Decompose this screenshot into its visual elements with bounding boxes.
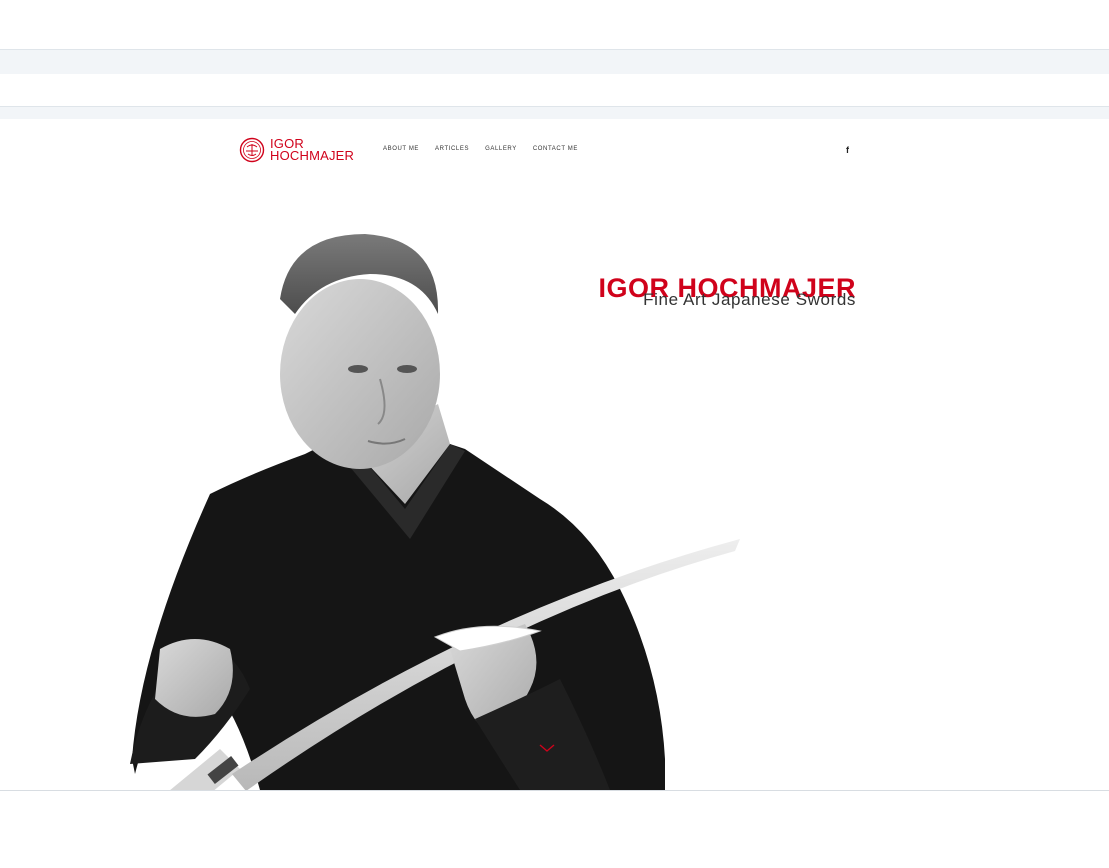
chevron-down-icon[interactable]	[538, 742, 556, 754]
browser-band-bottom	[0, 790, 1109, 791]
browser-band-mid	[0, 106, 1109, 120]
logo-link[interactable]: IGOR HOCHMAJER	[239, 136, 354, 164]
nav-articles[interactable]: ARTICLES	[435, 146, 469, 152]
nav-about-me[interactable]: ABOUT ME	[383, 146, 419, 152]
hero-subtitle: Fine Art Japanese Swords	[643, 290, 856, 309]
main-nav: ABOUT ME ARTICLES GALLERY CONTACT ME	[383, 146, 578, 152]
browser-band-top	[0, 49, 1109, 74]
logo-wordmark: IGOR HOCHMAJER	[270, 137, 355, 163]
site-page: IGOR HOCHMAJER ABOUT ME ARTICLES GALLERY…	[0, 119, 1109, 790]
facebook-icon[interactable]: f	[846, 145, 849, 155]
nav-gallery[interactable]: GALLERY	[485, 146, 517, 152]
logo-line-2: HOCHMAJER	[270, 148, 355, 163]
logo-emblem-icon	[239, 137, 265, 163]
nav-contact-me[interactable]: CONTACT ME	[533, 146, 578, 152]
